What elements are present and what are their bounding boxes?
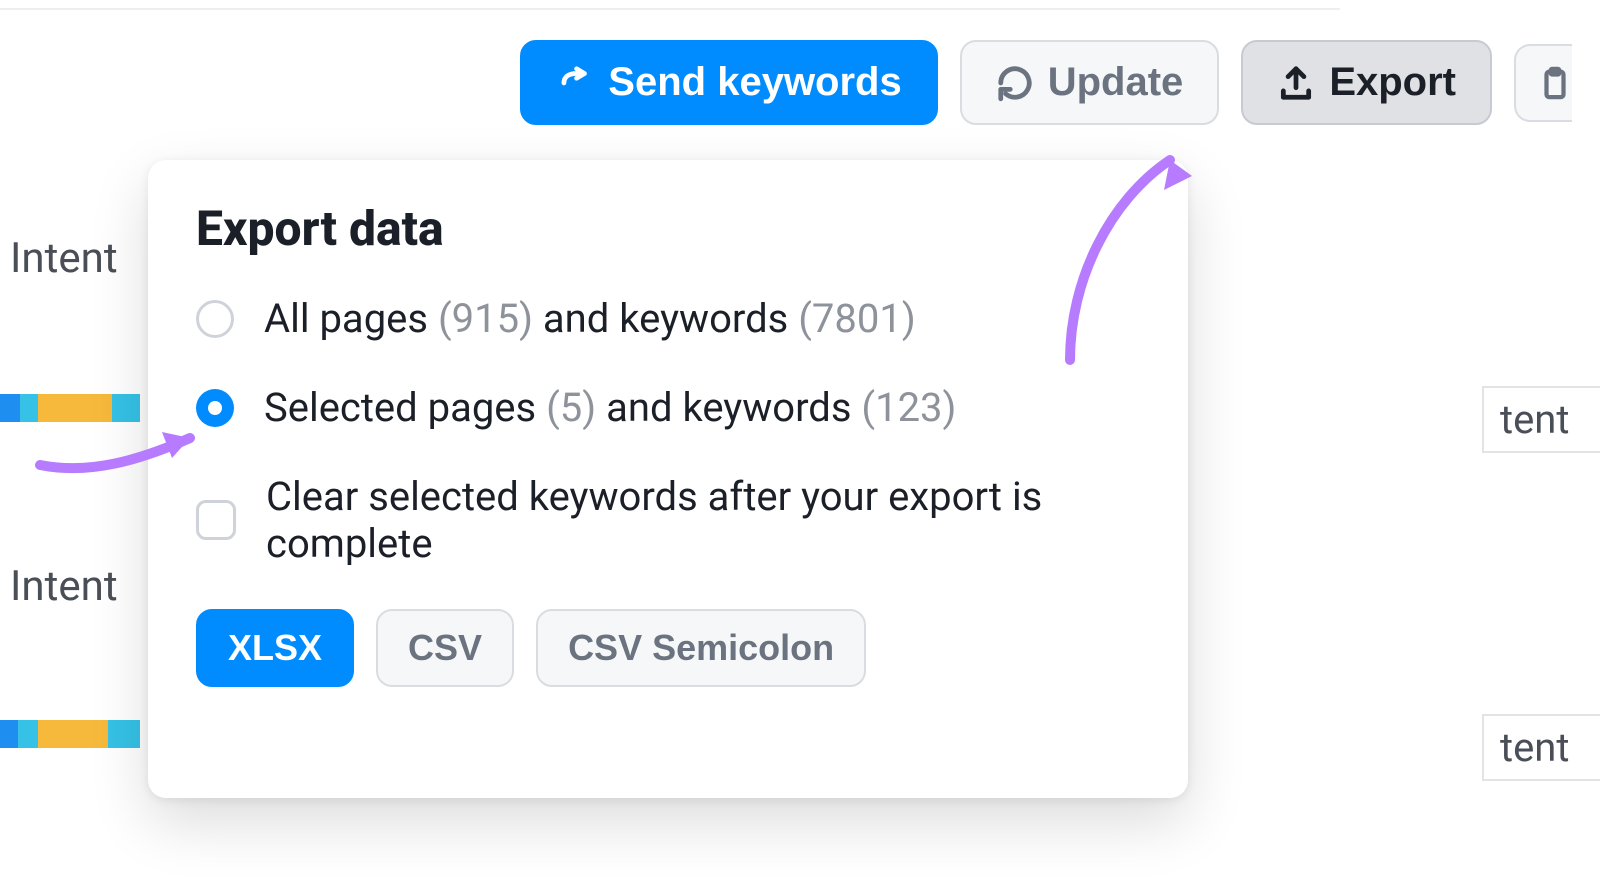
option-selected-text: Selected pages (5) and keywords (123) bbox=[264, 384, 956, 431]
refresh-icon bbox=[996, 64, 1034, 102]
popover-title: Export data bbox=[196, 200, 1140, 257]
format-csv-semicolon-button[interactable]: CSV Semicolon bbox=[536, 609, 866, 687]
update-label: Update bbox=[1048, 60, 1184, 105]
format-csv-button[interactable]: CSV bbox=[376, 609, 514, 687]
radio-selected-icon[interactable] bbox=[196, 389, 234, 427]
divider bbox=[0, 8, 1340, 10]
intent-bar bbox=[0, 394, 140, 422]
checkbox-label: Clear selected keywords after your expor… bbox=[266, 473, 1140, 567]
export-label: Export bbox=[1329, 60, 1456, 105]
export-popover: Export data All pages (915) and keywords… bbox=[148, 160, 1188, 798]
send-keywords-label: Send keywords bbox=[608, 60, 901, 105]
upload-icon bbox=[1277, 64, 1315, 102]
update-button[interactable]: Update bbox=[960, 40, 1220, 125]
format-xlsx-button[interactable]: XLSX bbox=[196, 609, 354, 687]
toolbar: Send keywords Update Export bbox=[520, 40, 1572, 125]
clipboard-icon bbox=[1538, 64, 1572, 102]
arrow-right-icon bbox=[556, 64, 594, 102]
option-selected-pages[interactable]: Selected pages (5) and keywords (123) bbox=[196, 384, 1140, 431]
cell-partial: tent bbox=[1482, 714, 1600, 781]
option-all-pages[interactable]: All pages (915) and keywords (7801) bbox=[196, 295, 1140, 342]
export-button[interactable]: Export bbox=[1241, 40, 1492, 125]
format-row: XLSX CSV CSV Semicolon bbox=[196, 609, 1140, 687]
option-clear-checkbox[interactable]: Clear selected keywords after your expor… bbox=[196, 473, 1140, 567]
checkbox-unchecked-icon[interactable] bbox=[196, 500, 236, 540]
clipboard-button[interactable] bbox=[1514, 44, 1572, 122]
radio-unselected-icon[interactable] bbox=[196, 300, 234, 338]
option-all-text: All pages (915) and keywords (7801) bbox=[264, 295, 916, 342]
send-keywords-button[interactable]: Send keywords bbox=[520, 40, 937, 125]
intent-bar bbox=[0, 720, 140, 748]
cell-partial: tent bbox=[1482, 386, 1600, 453]
